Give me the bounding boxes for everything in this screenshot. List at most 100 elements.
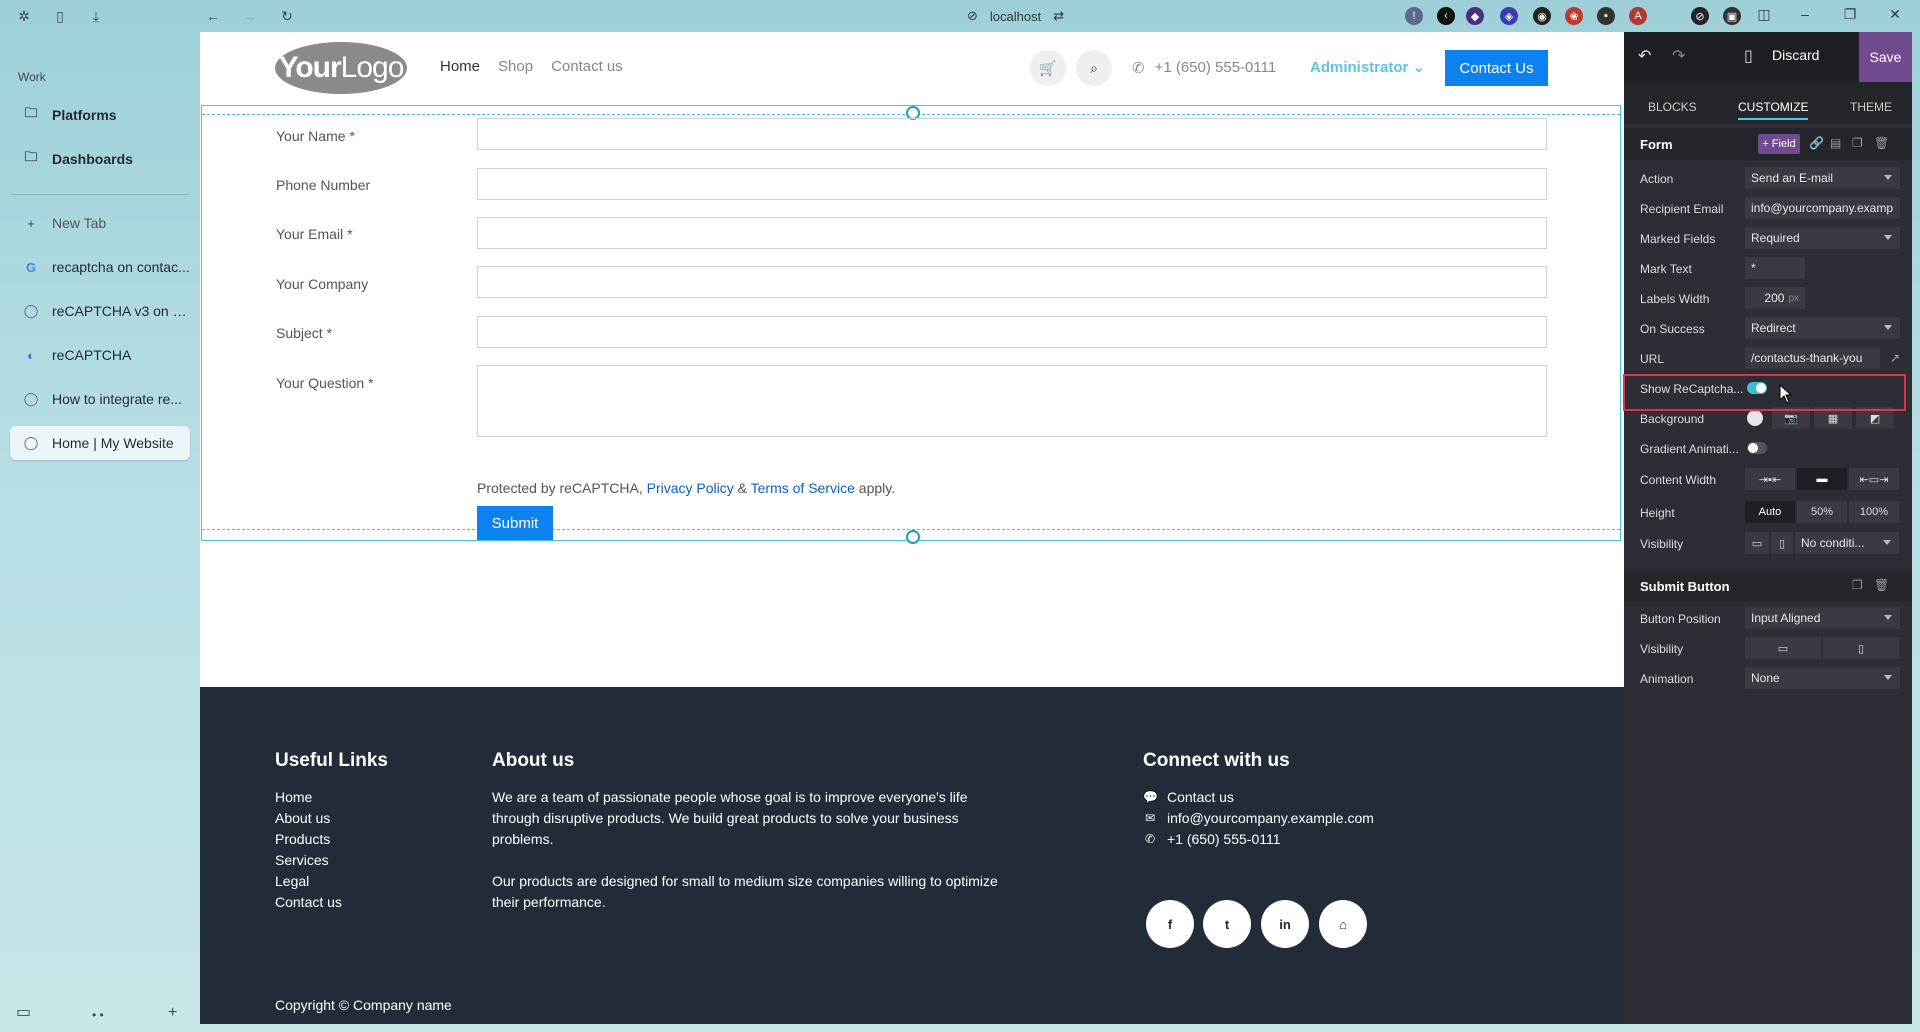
home-icon[interactable]: ⌂: [1319, 900, 1367, 948]
gradient-animation-toggle[interactable]: [1747, 442, 1767, 454]
extension-icon[interactable]: ‹: [1437, 7, 1455, 25]
split-view-icon[interactable]: ◫: [1754, 6, 1774, 23]
site-logo[interactable]: Your Logo: [275, 42, 407, 94]
resize-handle-bottom[interactable]: [906, 530, 920, 544]
height-auto-option[interactable]: Auto: [1745, 501, 1795, 523]
desktop-visibility-icon[interactable]: ▭: [1745, 532, 1769, 554]
sidebar-tab[interactable]: ◐ reCAPTCHA: [10, 338, 190, 372]
mobile-visibility-icon[interactable]: ▯: [1823, 637, 1899, 659]
url-input[interactable]: /contactus-thank-you: [1745, 347, 1880, 369]
on-success-select[interactable]: Redirect: [1745, 317, 1900, 339]
width-small-icon[interactable]: ⇥▪⇤: [1745, 468, 1795, 490]
add-field-button[interactable]: + Field: [1758, 134, 1800, 154]
tab-customize[interactable]: CUSTOMIZE: [1738, 100, 1809, 120]
labels-width-input[interactable]: 200 px: [1745, 287, 1805, 309]
recipient-email-input[interactable]: info@yourcompany.examp: [1745, 197, 1900, 219]
close-icon[interactable]: ✕: [1885, 6, 1905, 23]
footer-link[interactable]: About us: [275, 808, 342, 829]
sidebar-folder-dashboards[interactable]: 🗀 Dashboards: [10, 142, 190, 176]
sidebar-tab[interactable]: ◯ How to integrate re...: [10, 382, 190, 416]
duplicate-icon[interactable]: ❐: [1852, 578, 1863, 592]
search-icon[interactable]: ⌕: [1076, 50, 1112, 86]
extension-icon[interactable]: !: [1405, 7, 1423, 25]
address-bar[interactable]: ⊘ localhost ⇄: [967, 7, 1064, 25]
back-icon[interactable]: ←: [203, 6, 223, 26]
color-picker-icon[interactable]: [1747, 410, 1763, 426]
height-50-option[interactable]: 50%: [1797, 501, 1847, 523]
linkedin-icon[interactable]: in: [1261, 900, 1309, 948]
desktop-visibility-icon[interactable]: ▭: [1745, 637, 1821, 659]
form-snippet[interactable]: Your Name * Phone Number Your Email * Yo…: [201, 105, 1621, 544]
privacy-policy-link[interactable]: Privacy Policy: [647, 480, 734, 496]
admin-dropdown[interactable]: Administrator ⌄: [1310, 58, 1425, 76]
subject-input[interactable]: [477, 316, 1547, 348]
minimize-icon[interactable]: –: [1795, 6, 1815, 22]
footer-link[interactable]: Home: [275, 787, 342, 808]
nav-home[interactable]: Home: [440, 58, 480, 75]
sidebar-folder-platforms[interactable]: 🗀 Platforms: [10, 98, 190, 132]
nav-shop[interactable]: Shop: [498, 58, 533, 75]
mobile-visibility-icon[interactable]: ▯: [1771, 532, 1793, 554]
footer-link[interactable]: Products: [275, 829, 342, 850]
width-regular-icon[interactable]: ▬: [1797, 468, 1847, 490]
link-icon[interactable]: 🔗: [1809, 136, 1824, 150]
width-full-icon[interactable]: ⇤▭⇥: [1849, 468, 1899, 490]
footer-email[interactable]: info@yourcompany.example.com: [1167, 808, 1374, 829]
external-link-icon[interactable]: ↗: [1890, 351, 1900, 365]
spaces-dots-icon[interactable]: • •: [92, 1008, 104, 1022]
company-input[interactable]: [477, 266, 1547, 298]
submit-button[interactable]: Submit: [477, 506, 553, 540]
facebook-icon[interactable]: f: [1146, 900, 1194, 948]
add-space-icon[interactable]: +: [168, 1004, 177, 1022]
twitter-icon[interactable]: t: [1203, 900, 1251, 948]
maximize-icon[interactable]: ❐: [1840, 6, 1860, 23]
discard-button[interactable]: Discard: [1772, 47, 1819, 63]
trash-icon[interactable]: 🗑: [1874, 136, 1889, 150]
reload-icon[interactable]: ↻: [277, 6, 297, 26]
new-tab-button[interactable]: + New Tab: [10, 206, 190, 240]
mark-text-input[interactable]: *: [1745, 257, 1805, 279]
extension-icon[interactable]: ◈: [1500, 7, 1518, 25]
button-position-select[interactable]: Input Aligned: [1745, 607, 1900, 629]
sidebar-tab[interactable]: ◯ reCAPTCHA v3 on fo...: [10, 294, 190, 328]
action-select[interactable]: Send an E-mail: [1745, 167, 1900, 189]
question-textarea[interactable]: [477, 365, 1547, 437]
sidebar-toggle-icon[interactable]: ▯: [50, 6, 70, 26]
footer-link[interactable]: Contact us: [275, 892, 342, 913]
terms-of-service-link[interactable]: Terms of Service: [751, 480, 855, 496]
save-snippet-icon[interactable]: ▤: [1830, 136, 1841, 150]
mobile-preview-icon[interactable]: ▯: [1744, 46, 1753, 66]
footer-link[interactable]: Legal: [275, 871, 342, 892]
contact-us-button[interactable]: Contact Us: [1445, 50, 1548, 86]
visibility-select[interactable]: No conditi...: [1795, 532, 1899, 554]
email-input[interactable]: [477, 217, 1547, 249]
archive-icon[interactable]: ▭: [16, 1002, 31, 1022]
marked-fields-select[interactable]: Required: [1745, 227, 1900, 249]
undo-icon[interactable]: ↶: [1638, 46, 1651, 66]
extension-icon[interactable]: ▪: [1597, 7, 1615, 25]
extension-icon[interactable]: ⊘: [1691, 7, 1709, 25]
name-input[interactable]: [477, 118, 1547, 150]
site-settings-icon[interactable]: ⇄: [1053, 8, 1064, 24]
trash-icon[interactable]: 🗑: [1874, 578, 1889, 592]
forward-icon[interactable]: →: [240, 6, 260, 26]
nav-contact[interactable]: Contact us: [551, 58, 623, 75]
extension-icon[interactable]: A: [1629, 7, 1647, 25]
sidebar-tab[interactable]: G recaptcha on contac...: [10, 250, 190, 284]
arc-logo-icon[interactable]: ✲: [14, 6, 34, 26]
height-100-option[interactable]: 100%: [1849, 501, 1899, 523]
download-icon[interactable]: ⤓: [86, 6, 106, 26]
footer-link[interactable]: Contact us: [1167, 787, 1234, 808]
duplicate-icon[interactable]: ❐: [1852, 136, 1863, 150]
tab-blocks[interactable]: BLOCKS: [1648, 100, 1697, 114]
footer-phone[interactable]: +1 (650) 555-0111: [1167, 829, 1281, 850]
extension-icon[interactable]: ❀: [1565, 7, 1583, 25]
extension-icon[interactable]: ◆: [1466, 7, 1484, 25]
extension-icon[interactable]: ◉: [1533, 7, 1551, 25]
tab-theme[interactable]: THEME: [1850, 100, 1892, 114]
phone-input[interactable]: [477, 168, 1547, 200]
save-button[interactable]: Save: [1859, 32, 1912, 82]
footer-link[interactable]: Services: [275, 850, 342, 871]
cart-icon[interactable]: 🛒: [1030, 50, 1066, 86]
animation-select[interactable]: None: [1745, 667, 1900, 689]
